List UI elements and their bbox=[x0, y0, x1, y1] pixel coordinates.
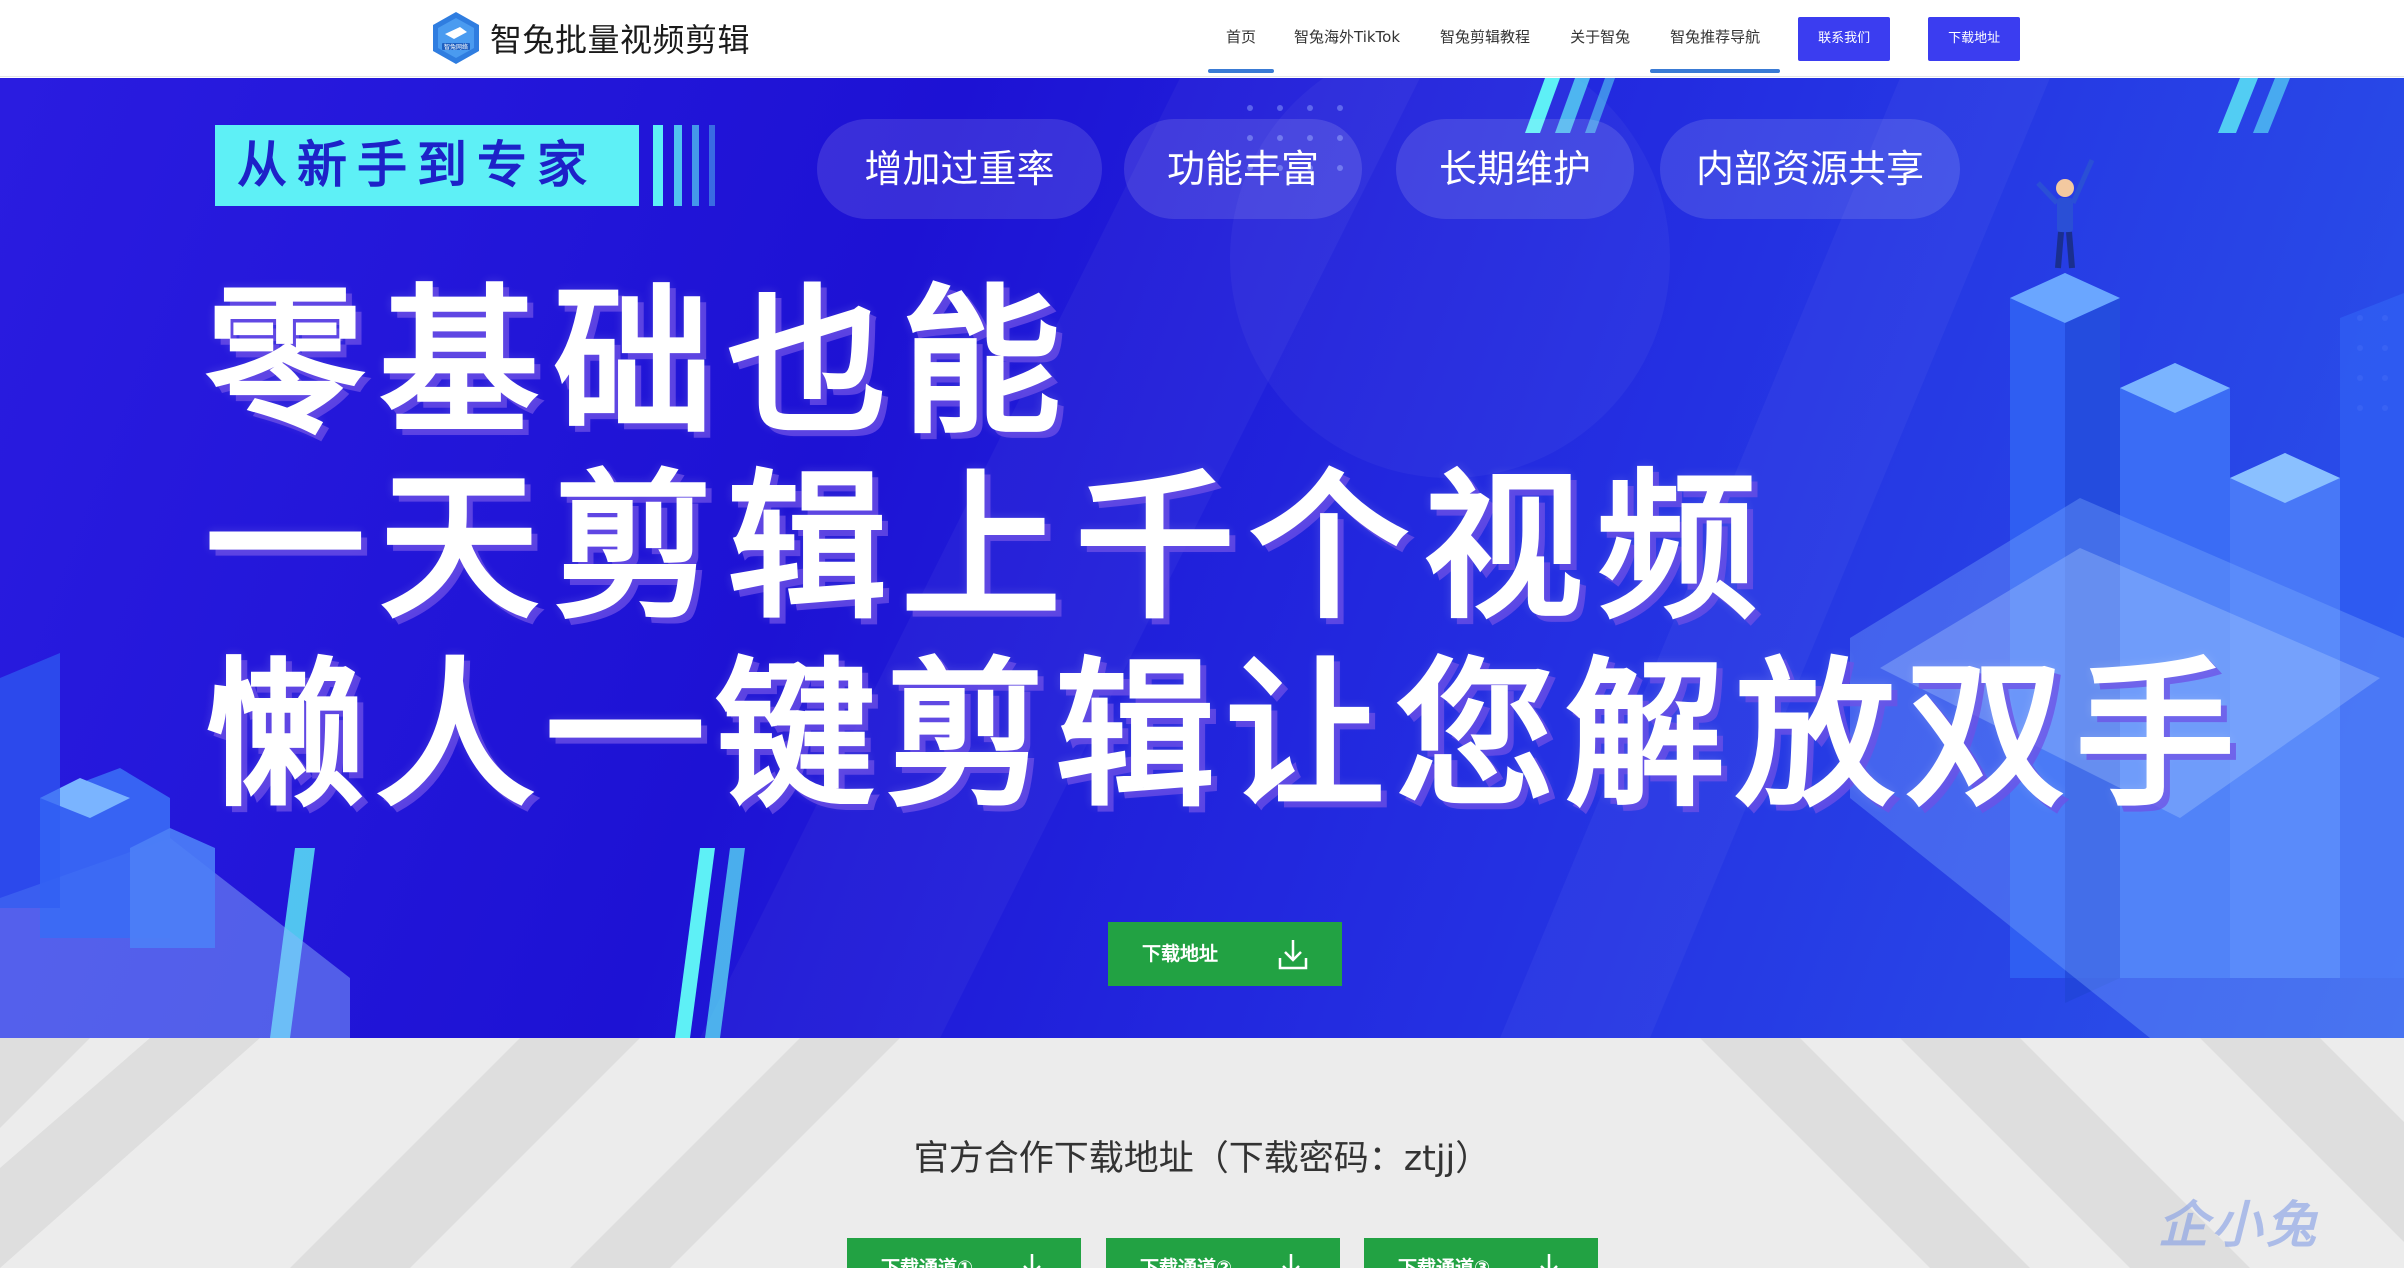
main-nav: 首页 智兔海外TikTok 智兔剪辑教程 关于智兔 智兔推荐导航 联系我们 下载… bbox=[1208, 0, 2021, 77]
hero-headline-line: 零基础也能 bbox=[205, 269, 1076, 456]
hero-download-button[interactable]: 下载地址 bbox=[1108, 922, 1342, 986]
download-section: 官方合作下载地址（下载密码：ztjj） bbox=[0, 1038, 2404, 1268]
logo-icon[interactable]: 智兔网络 bbox=[430, 10, 482, 66]
header-download-button[interactable]: 下载地址 bbox=[1928, 16, 2021, 61]
download-channel-button[interactable]: 下载通道③ bbox=[1364, 1238, 1598, 1268]
download-section-title: 官方合作下载地址（下载密码：ztjj） bbox=[913, 1139, 1491, 1179]
nav-tutorial[interactable]: 智兔剪辑教程 bbox=[1440, 0, 1530, 77]
nav-recommend[interactable]: 智兔推荐导航 bbox=[1650, 0, 1781, 77]
hero-headline-line: 一天剪辑上千个视频 bbox=[205, 454, 1772, 641]
nav-tiktok[interactable]: 智兔海外TikTok bbox=[1294, 0, 1400, 77]
download-channel-label: 下载通道① bbox=[881, 1257, 974, 1268]
watermark-logo: 企小兔 bbox=[2158, 1196, 2320, 1254]
person-figure bbox=[2036, 158, 2095, 269]
hero-headline-line: 懒人一键剪辑让您解放双手 bbox=[205, 642, 2246, 829]
hero-slogan: 从新手到专家 bbox=[215, 125, 639, 206]
download-channel-button[interactable]: 下载通道② bbox=[1106, 1238, 1340, 1268]
feature-pill: 功能丰富 bbox=[1124, 119, 1362, 219]
download-icon bbox=[1278, 940, 1308, 970]
hero-banner: 从新手到专家 增加过重率 功能丰富 长期维护 内部资源共享 零基础也能 一天剪辑… bbox=[0, 78, 2404, 1038]
download-icon bbox=[1282, 1254, 1300, 1268]
site-title[interactable]: 智兔批量视频剪辑 bbox=[490, 15, 750, 61]
nav-about[interactable]: 关于智兔 bbox=[1570, 0, 1630, 77]
download-icon bbox=[1023, 1254, 1041, 1268]
feature-pill: 内部资源共享 bbox=[1660, 119, 1960, 219]
contact-button[interactable]: 联系我们 bbox=[1798, 16, 1891, 61]
feature-pill: 增加过重率 bbox=[817, 119, 1102, 219]
svg-text:智兔网络: 智兔网络 bbox=[444, 43, 468, 51]
download-channel-label: 下载通道② bbox=[1140, 1257, 1233, 1268]
feature-pill: 长期维护 bbox=[1396, 119, 1634, 219]
hero-download-label: 下载地址 bbox=[1142, 943, 1219, 965]
download-channel-label: 下载通道③ bbox=[1398, 1257, 1491, 1268]
nav-home[interactable]: 首页 bbox=[1208, 0, 1274, 77]
download-icon bbox=[1540, 1254, 1558, 1268]
site-header: 智兔网络 智兔批量视频剪辑 首页 智兔海外TikTok 智兔剪辑教程 关于智兔 … bbox=[0, 0, 2404, 77]
download-channel-button[interactable]: 下载通道① bbox=[847, 1238, 1081, 1268]
